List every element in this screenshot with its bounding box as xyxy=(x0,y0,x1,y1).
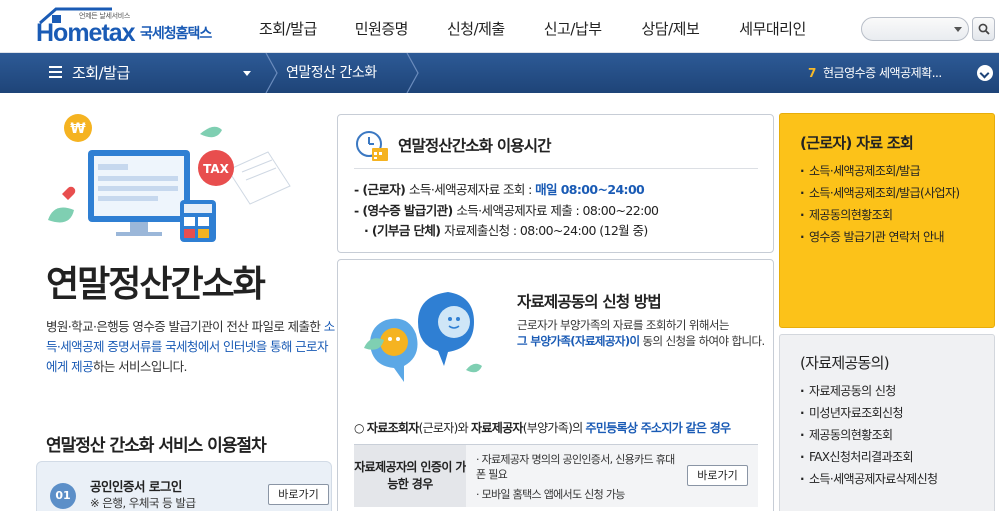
consent-link[interactable]: 제공동의현황조회 xyxy=(800,424,937,446)
consent-link[interactable]: 미성년자료조회신청 xyxy=(800,402,937,424)
consent-apply-box: 자료제공동의 신청 방법 근로자가 부양가족의 자료를 조회하기 위해서는그 부… xyxy=(337,259,774,511)
hamburger-icon xyxy=(49,66,62,79)
row-time: 매일 08:00~24:00 xyxy=(535,182,645,197)
cond-text: (근로자)와 xyxy=(418,421,472,435)
chevron-down-icon[interactable] xyxy=(954,27,962,32)
desc-text-end: 동의 신청을 하여야 합니다. xyxy=(639,334,766,348)
top-header: 언제든 날세서비스 Hometax 국세청홈택스 조회/발급 민원증명 신청/제… xyxy=(0,0,999,53)
nav-civil-certificate[interactable]: 민원증명 xyxy=(355,0,409,53)
worker-links: 소득·세액공제조회/발급 소득·세액공제조회/발급(사업자) 제공동의현황조회 … xyxy=(800,160,960,248)
usage-time-row-donation: · (기부금 단체) 자료제출신청 : 08:00~24:00 (12월 중) xyxy=(364,220,648,239)
notice-number: 7 xyxy=(808,66,817,80)
worker-link[interactable]: 제공동의현황조회 xyxy=(800,204,960,226)
breadcrumb-menu-label: 조회/발급 xyxy=(72,64,130,82)
usage-time-row-issuer: - (영수증 발급기관) 소득·세액공제자료 제출 : 08:00~22:00 xyxy=(354,200,659,219)
clock-calendar-icon xyxy=(356,131,388,161)
breadcrumb-menu-dropdown[interactable]: 조회/발급 xyxy=(0,53,265,93)
row-prefix: - (근로자) xyxy=(354,182,410,197)
search-button[interactable] xyxy=(972,17,995,41)
row-text: 소득·세액공제자료 제출 : 08:00~22:00 xyxy=(456,203,659,218)
notice-expand-icon[interactable] xyxy=(977,65,993,81)
consent-link[interactable]: 소득·세액공제자료삭제신청 xyxy=(800,468,938,490)
page-title: 연말정산간소화 xyxy=(46,264,266,305)
row-text: 소득·세액공제자료 조회 : xyxy=(409,182,536,197)
cond-bold: 자료조회자 xyxy=(366,421,419,435)
condition-table-header: 자료제공자의 인증이 가능한 경우 xyxy=(354,445,466,507)
cond-text: (부양가족)의 xyxy=(522,421,586,435)
procedure-title: 연말정산 간소화 서비스 이용절차 xyxy=(46,436,267,456)
consent-apply-description: 근로자가 부양가족의 자료를 조회하기 위해서는그 부양가족(자료제공자)이 동… xyxy=(517,317,767,349)
row-prefix: · (기부금 단체) xyxy=(364,223,445,238)
worker-link[interactable]: 소득·세액공제조회/발급(사업자) xyxy=(800,182,960,204)
consent-go-button[interactable]: 바로가기 xyxy=(687,465,748,486)
breadcrumb-separator-icon xyxy=(265,53,278,93)
data-consent-panel: (자료제공동의) 자료제공동의 신청 미성년자료조회신청 제공동의현황조회 FA… xyxy=(779,334,995,511)
desc-highlight: 그 부양가족(자료제공자)이 xyxy=(517,334,640,348)
cond-bold: 자료제공자 xyxy=(471,421,523,435)
logo-wordmark: Hometax xyxy=(36,19,136,47)
consent-condition: ○ 자료조회자(근로자)와 자료제공자(부양가족)의 주민등록상 주소지가 같은… xyxy=(354,419,732,436)
search-icon xyxy=(978,23,990,35)
divider xyxy=(354,168,758,169)
breadcrumb-separator-icon xyxy=(406,53,419,93)
nav-consult-report[interactable]: 상담/제보 xyxy=(642,0,700,53)
intro-text-end: 하는 서비스입니다. xyxy=(92,359,188,374)
row-prefix: - (영수증 발급기관) xyxy=(354,203,457,218)
svg-text:₩: ₩ xyxy=(70,121,86,137)
condition-table-cell: · 자료제공자 명의의 공인인증서, 신용카드 휴대폰 필요 · 모바일 홈택스… xyxy=(466,445,758,507)
year-end-settlement-illustration: ₩ TAX xyxy=(48,114,291,242)
nav-tax-agent[interactable]: 세무대리인 xyxy=(739,0,806,53)
worker-link[interactable]: 영수증 발급기관 연락처 안내 xyxy=(800,226,960,248)
svg-text:TAX: TAX xyxy=(203,162,230,176)
consent-people-illustration xyxy=(364,292,482,382)
worker-data-inquiry-panel: (근로자) 자료 조회 소득·세액공제조회/발급 소득·세액공제조회/발급(사업… xyxy=(779,113,995,328)
hometax-logo[interactable]: 언제든 날세서비스 Hometax 국세청홈택스 xyxy=(36,6,226,48)
nav-application[interactable]: 신청/제출 xyxy=(447,0,505,53)
row-text: 자료제출신청 : 08:00~24:00 (12월 중) xyxy=(444,223,648,238)
search-input[interactable] xyxy=(861,17,969,41)
intro-text: 병원·학교·은행등 영수증 발급기관이 전산 파일로 제출한 xyxy=(46,319,324,334)
consent-link[interactable]: FAX신청처리결과조회 xyxy=(800,446,937,468)
notice-ticker[interactable]: 현금영수증 세액공제확... xyxy=(823,53,942,93)
main-nav: 조회/발급 민원증명 신청/제출 신고/납부 상담/제보 세무대리인 xyxy=(250,0,806,53)
consent-apply-title: 자료제공동의 신청 방법 xyxy=(517,293,662,311)
list-item: · 자료제공자 명의의 공인인증서, 신용카드 휴대폰 필요 xyxy=(476,453,675,481)
nav-inquiry[interactable]: 조회/발급 xyxy=(259,0,317,53)
list-item: · 모바일 홈택스 앱에서도 신청 가능 xyxy=(476,488,625,501)
nav-filing-payment[interactable]: 신고/납부 xyxy=(544,0,602,53)
condition-table: 자료제공자의 인증이 가능한 경우 · 자료제공자 명의의 공인인증서, 신용카… xyxy=(354,444,758,507)
cond-bullet: ○ xyxy=(354,421,367,435)
breadcrumb: 조회/발급 연말정산 간소화 7 현금영수증 세액공제확... xyxy=(0,53,999,93)
procedure-step-1: 01 공인인증서 로그인 ※ 은행, 우체국 등 발급 바로가기 xyxy=(36,461,332,511)
consent-panel-title: (자료제공동의) xyxy=(800,354,890,372)
usage-time-box: 연말정산간소화 이용시간 - (근로자) 소득·세액공제자료 조회 : 매일 0… xyxy=(337,114,774,253)
consent-links: 자료제공동의 신청 미성년자료조회신청 제공동의현황조회 FAX신청처리결과조회… xyxy=(800,380,938,490)
cond-highlight: 주민등록상 주소지가 같은 경우 xyxy=(585,421,732,435)
step-title: 공인인증서 로그인 xyxy=(90,479,182,494)
usage-time-title: 연말정산간소화 이용시간 xyxy=(398,137,551,155)
step-subtitle: ※ 은행, 우체국 등 발급 xyxy=(90,496,196,510)
step-go-button[interactable]: 바로가기 xyxy=(268,484,329,505)
breadcrumb-current-page[interactable]: 연말정산 간소화 xyxy=(286,53,377,93)
worker-link[interactable]: 소득·세액공제조회/발급 xyxy=(800,160,960,182)
logo-korean: 국세청홈택스 xyxy=(140,26,212,42)
consent-link[interactable]: 자료제공동의 신청 xyxy=(800,380,937,402)
service-description: 병원·학교·은행등 영수증 발급기관이 전산 파일로 제출한 소득·세액공제 증… xyxy=(46,317,336,377)
desc-text: 근로자가 부양가족의 자료를 조회하기 위해서는 xyxy=(517,318,729,332)
worker-panel-title: (근로자) 자료 조회 xyxy=(800,134,914,152)
usage-time-row-worker: - (근로자) 소득·세액공제자료 조회 : 매일 08:00~24:00 xyxy=(354,179,645,198)
caret-down-icon xyxy=(243,71,251,76)
step-number-badge: 01 xyxy=(50,483,76,509)
